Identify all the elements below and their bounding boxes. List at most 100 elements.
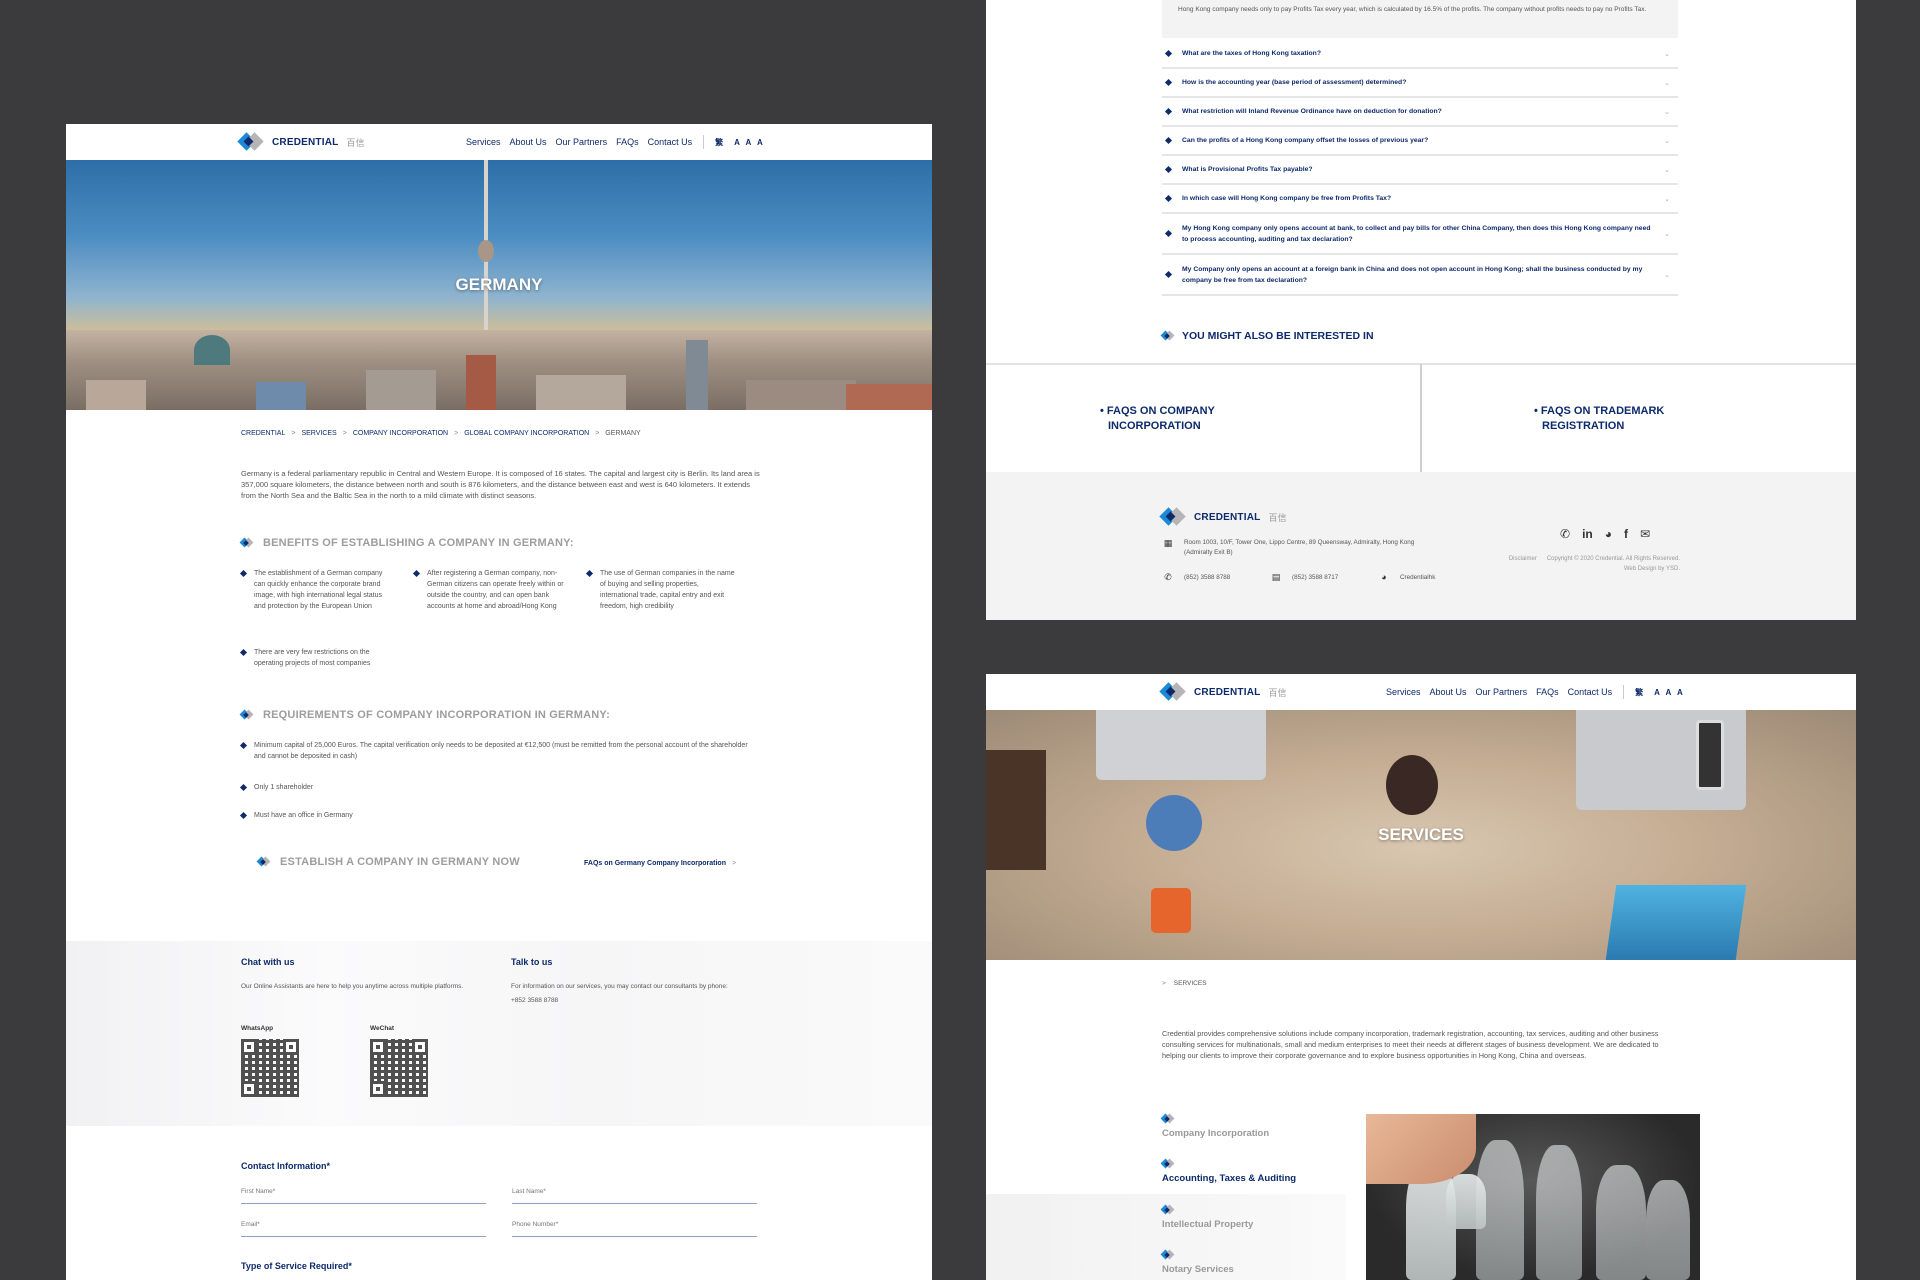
card-faqs-company-incorporation[interactable]: • FAQS ON COMPANY INCORPORATION xyxy=(1100,404,1215,434)
language-toggle[interactable]: 繁 xyxy=(1635,687,1645,698)
diamond-bullet-icon xyxy=(412,569,421,578)
email-input[interactable] xyxy=(241,1221,486,1228)
font-size-toggle[interactable]: A A A xyxy=(1654,688,1685,697)
faq-item[interactable]: What are the taxes of Hong Kong taxation… xyxy=(1162,40,1678,69)
logo-chinese-text: 百信 xyxy=(1268,687,1287,698)
nav-about-us[interactable]: About Us xyxy=(510,137,547,147)
phone-graphic xyxy=(1696,720,1724,790)
faq-question: In which case will Hong Kong company be … xyxy=(1182,195,1392,202)
wechat-icon[interactable]: ◕ xyxy=(1605,527,1612,541)
contact-info-title: Contact Information* xyxy=(241,1161,330,1171)
faq-item[interactable]: What restriction will Inland Revenue Ord… xyxy=(1162,98,1678,127)
diamond-bullet-icon xyxy=(1164,270,1173,279)
breadcrumb-company-incorporation[interactable]: COMPANY INCORPORATION xyxy=(353,430,448,437)
nav-contact-us[interactable]: Contact Us xyxy=(1568,687,1613,697)
service-notary-services[interactable]: Notary Services xyxy=(1160,1249,1362,1275)
nav-faqs[interactable]: FAQs xyxy=(1536,687,1559,697)
service-label: Notary Services xyxy=(1162,1264,1234,1275)
faq-item[interactable]: In which case will Hong Kong company be … xyxy=(1162,185,1678,214)
faq-item[interactable]: How is the accounting year (base period … xyxy=(1162,69,1678,98)
chevron-down-icon[interactable]: ⌄ xyxy=(1664,271,1670,279)
chevron-down-icon[interactable]: ⌄ xyxy=(1664,50,1670,58)
breadcrumb-global-company-incorporation[interactable]: GLOBAL COMPANY INCORPORATION xyxy=(464,430,589,437)
faq-germany-link[interactable]: FAQs on Germany Company Incorporation > xyxy=(584,860,736,867)
cta-heading-text: ESTABLISH A COMPANY IN GERMANY NOW xyxy=(280,856,520,868)
footer-wechat[interactable]: ◕ Credentialhk xyxy=(1378,572,1435,582)
drive-graphic xyxy=(1151,888,1191,933)
diamond-bullet-icon xyxy=(1164,107,1173,116)
card-faqs-trademark-registration[interactable]: • FAQS ON TRADEMARK REGISTRATION xyxy=(1534,404,1664,434)
linkedin-icon[interactable]: in xyxy=(1582,527,1593,541)
first-name-input[interactable] xyxy=(241,1188,486,1195)
service-logo-icon xyxy=(1160,1113,1176,1124)
logo-text: CREDENTIAL xyxy=(1194,686,1261,698)
nav-services[interactable]: Services xyxy=(466,137,501,147)
phone-input[interactable] xyxy=(512,1221,757,1228)
service-intellectual-property[interactable]: Intellectual Property xyxy=(1160,1204,1362,1230)
footer-legal: Disclaimer Copyright © 2020 Credential. A… xyxy=(1509,554,1680,574)
diamond-bullet-icon xyxy=(239,569,248,578)
footer-phone[interactable]: ✆ (852) 3588 8788 xyxy=(1162,572,1230,583)
nav-our-partners[interactable]: Our Partners xyxy=(1476,687,1528,697)
requirements-heading: REQUIREMENTS OF COMPANY INCORPORATION IN… xyxy=(239,709,610,721)
email-field[interactable] xyxy=(241,1221,486,1237)
chevron-down-icon[interactable]: ⌄ xyxy=(1664,195,1670,203)
first-name-field[interactable] xyxy=(241,1188,486,1204)
chevron-down-icon[interactable]: ⌄ xyxy=(1664,230,1670,238)
last-name-field[interactable] xyxy=(512,1188,757,1204)
last-name-input[interactable] xyxy=(512,1188,757,1195)
nav-our-partners[interactable]: Our Partners xyxy=(556,137,608,147)
requirement-item: Must have an office in Germany xyxy=(239,810,751,821)
service-accounting-taxes-auditing[interactable]: Accounting, Taxes & Auditing xyxy=(1160,1158,1362,1184)
whatsapp-icon[interactable]: ✆ xyxy=(1560,527,1570,541)
site-logo[interactable]: CREDENTIAL 百信 xyxy=(1159,682,1287,701)
faq-item[interactable]: My Hong Kong company only opens account … xyxy=(1162,214,1678,255)
address-line: Room 1003, 10/F, Tower One, Lippo Centre… xyxy=(1184,539,1415,546)
footer-logo[interactable]: CREDENTIAL 百信 xyxy=(1159,507,1286,526)
faq-item[interactable]: My Company only opens an account at a fo… xyxy=(1162,255,1678,296)
diamond-bullet-icon xyxy=(1164,78,1173,87)
footer-fax-text: (852) 3588 8717 xyxy=(1292,574,1339,581)
service-company-incorporation[interactable]: Company Incorporation xyxy=(1160,1113,1362,1139)
breadcrumb-chevron-icon: > xyxy=(291,430,296,437)
diamond-bullet-icon xyxy=(1164,194,1173,203)
address-line: (Admiralty Exit B) xyxy=(1184,549,1233,556)
benefit-text: There are very few restrictions on the o… xyxy=(254,649,371,667)
chevron-down-icon[interactable]: ⌄ xyxy=(1664,166,1670,174)
email-icon[interactable]: ✉ xyxy=(1640,527,1650,541)
chat-title: Chat with us xyxy=(241,957,295,967)
hero-title: GERMANY xyxy=(455,275,543,294)
requirement-text: Only 1 shareholder xyxy=(254,784,314,791)
nav-contact-us[interactable]: Contact Us xyxy=(648,137,693,147)
disclaimer-link[interactable]: Disclaimer xyxy=(1509,556,1537,562)
benefit-item: After registering a German company, non-… xyxy=(412,568,564,612)
nav-about-us[interactable]: About Us xyxy=(1430,687,1467,697)
faq-item[interactable]: What is Provisional Profits Tax payable?… xyxy=(1162,156,1678,185)
language-toggle[interactable]: 繁 xyxy=(715,137,725,148)
breadcrumb-chevron-icon: > xyxy=(1162,980,1166,987)
breadcrumb-chevron-icon: > xyxy=(454,430,459,437)
nav-services[interactable]: Services xyxy=(1386,687,1421,697)
web-design-credit[interactable]: Web Design by YSD. xyxy=(1509,564,1680,574)
chevron-down-icon[interactable]: ⌄ xyxy=(1664,79,1670,87)
footer-fax: ▤ (852) 3588 8717 xyxy=(1270,572,1338,583)
nav-faqs[interactable]: FAQs xyxy=(616,137,639,147)
section-logo-icon xyxy=(239,537,255,548)
breadcrumb: > SERVICES xyxy=(1162,980,1207,987)
font-size-toggle[interactable]: A A A xyxy=(734,138,765,147)
phone-field[interactable] xyxy=(512,1221,757,1237)
chevron-down-icon[interactable]: ⌄ xyxy=(1664,108,1670,116)
diamond-bullet-icon xyxy=(1164,229,1173,238)
cathedral-dome-graphic xyxy=(194,335,230,365)
facebook-icon[interactable]: f xyxy=(1624,527,1628,541)
faq-question: What is Provisional Profits Tax payable? xyxy=(1182,166,1313,173)
talk-phone[interactable]: +852 3588 8788 xyxy=(511,995,558,1006)
cta-heading[interactable]: ESTABLISH A COMPANY IN GERMANY NOW xyxy=(256,856,520,868)
site-logo[interactable]: CREDENTIAL 百信 xyxy=(237,132,364,151)
chevron-down-icon[interactable]: ⌄ xyxy=(1664,137,1670,145)
breadcrumb-services[interactable]: SERVICES xyxy=(301,430,336,437)
benefit-item: The establishment of a German company ca… xyxy=(239,568,391,612)
footer-wechat-text: Credentialhk xyxy=(1400,573,1436,581)
faq-item[interactable]: Can the profits of a Hong Kong company o… xyxy=(1162,127,1678,156)
breadcrumb-credential[interactable]: CREDENTIAL xyxy=(241,430,285,437)
